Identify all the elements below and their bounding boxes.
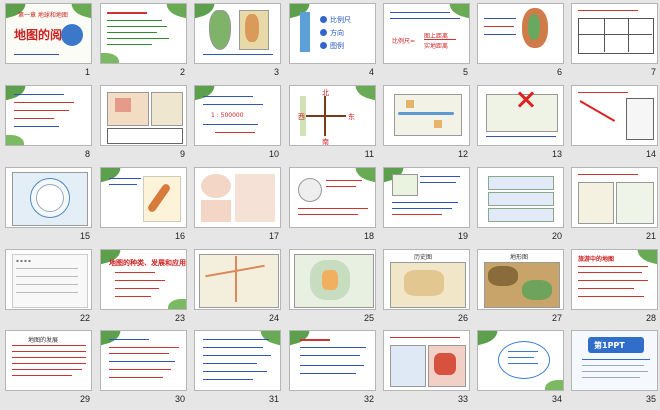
slide-23-title: 地图的种类、发展和应用 [109, 259, 186, 267]
slide-number: 35 [645, 394, 656, 404]
slide-27-title: 地形图 [510, 254, 529, 261]
slide-number: 29 [79, 394, 90, 404]
slide-thumbnail-32[interactable]: 32 [289, 330, 376, 409]
slide-number: 25 [363, 313, 374, 323]
slide-5-denominator: 实地距离 [424, 43, 449, 50]
slide-thumbnail-26[interactable]: 历史图 26 [383, 249, 470, 328]
slide-thumbnail-23[interactable]: 地图的种类、发展和应用 23 [100, 249, 187, 328]
slide-thumbnail-14[interactable]: 14 [571, 85, 658, 164]
slide-number: 16 [174, 231, 185, 241]
slide-4-item-3: 图例 [330, 42, 344, 50]
slide-thumbnail-20[interactable]: 20 [477, 167, 564, 246]
slide-number: 5 [462, 67, 468, 77]
slide-number: 10 [268, 149, 279, 159]
slide-thumbnail-7[interactable]: 7 [571, 3, 658, 82]
slide-number: 15 [79, 231, 90, 241]
slide-number: 22 [79, 313, 90, 323]
slide-thumbnail-25[interactable]: 25 [289, 249, 376, 328]
slide-thumbnail-27[interactable]: 地形图 27 [477, 249, 564, 328]
slide-thumbnail-22[interactable]: ▪ ▪ ▪ ▪ 22 [5, 249, 92, 328]
slide-number: 17 [268, 231, 279, 241]
slide-26-title: 历史图 [414, 254, 433, 261]
compass-south: 南 [322, 138, 329, 146]
slide-number: 14 [645, 149, 656, 159]
slide-number: 32 [363, 394, 374, 404]
slide-thumbnail-35[interactable]: 第1PPT 35 [571, 330, 658, 409]
slide-number: 30 [174, 394, 185, 404]
slide-number: 34 [551, 394, 562, 404]
compass-east: 东 [348, 113, 355, 121]
slide-thumbnail-34[interactable]: 34 [477, 330, 564, 409]
slide-28-title: 旅游中的地图 [578, 257, 615, 263]
slide-thumbnail-21[interactable]: 21 [571, 167, 658, 246]
slide-number: 26 [457, 313, 468, 323]
slide-number: 28 [645, 313, 656, 323]
slide-thumbnail-8[interactable]: 8 [5, 85, 92, 164]
slide-number: 7 [650, 67, 656, 77]
slide-4-item-2: 方向 [330, 29, 344, 37]
slide-number: 33 [457, 394, 468, 404]
slide-number: 2 [179, 67, 185, 77]
slide-number: 20 [551, 231, 562, 241]
slide-number: 3 [273, 67, 279, 77]
compass-west: 西 [298, 113, 305, 121]
slide-thumbnail-24[interactable]: 24 [194, 249, 281, 328]
slide-thumbnail-28[interactable]: 旅游中的地图 28 [571, 249, 658, 328]
slide-thumbnail-19[interactable]: 19 [383, 167, 470, 246]
slide-thumbnail-12[interactable]: 12 [383, 85, 470, 164]
slide-thumbnail-30[interactable]: 30 [100, 330, 187, 409]
globe-icon [61, 24, 83, 46]
slide-number: 1 [84, 67, 90, 77]
slide-number: 21 [645, 231, 656, 241]
slide-number: 9 [179, 149, 185, 159]
ppt-logo: 第1PPT [594, 341, 625, 350]
slide-thumbnail-4[interactable]: 比例尺 方向 图例 4 [289, 3, 376, 82]
slide-number: 12 [457, 149, 468, 159]
slide-number: 11 [364, 149, 374, 159]
slide-1-subtitle: 第一章 地球和地图 [18, 12, 68, 19]
slide-thumbnail-11[interactable]: 北 南 西 东 11 [289, 85, 376, 164]
slide-thumbnail-9[interactable]: 9 [100, 85, 187, 164]
slide-number: 27 [551, 313, 562, 323]
slide-thumbnail-2[interactable]: 2 [100, 3, 187, 82]
slide-number: 13 [551, 149, 562, 159]
slide-thumbnail-6[interactable]: 6 [477, 3, 564, 82]
slide-10-ratio: 1 : 500000 [211, 112, 244, 119]
slide-thumbnail-33[interactable]: 33 [383, 330, 470, 409]
slide-thumbnail-29[interactable]: 地图的发展 29 [5, 330, 92, 409]
slide-number: 31 [268, 394, 279, 404]
slide-thumbnail-10[interactable]: 1 : 500000 10 [194, 85, 281, 164]
slide-thumbnail-3[interactable]: 3 [194, 3, 281, 82]
slide-thumbnail-17[interactable]: 17 [194, 167, 281, 246]
slide-thumbnail-15[interactable]: 15 [5, 167, 92, 246]
slide-number: 19 [457, 231, 468, 241]
slide-number: 18 [363, 231, 374, 241]
slide-thumbnail-1[interactable]: 第一章 地球和地图 地图的阅读 1 [5, 3, 92, 82]
slide-number: 8 [84, 149, 90, 159]
slide-thumbnail-13[interactable]: 13 [477, 85, 564, 164]
slide-number: 23 [174, 313, 185, 323]
slide-sorter-view: 第一章 地球和地图 地图的阅读 1 2 3 比例尺 方向 图例 4 比例尺= 图… [0, 0, 660, 410]
compass-north: 北 [322, 89, 329, 97]
slide-29-title: 地图的发展 [28, 337, 59, 344]
slide-number: 6 [556, 67, 562, 77]
slide-thumbnail-5[interactable]: 比例尺= 图上距离 实地距离 5 [383, 3, 470, 82]
slide-number: 4 [368, 67, 374, 77]
slide-thumbnail-16[interactable]: 16 [100, 167, 187, 246]
slide-4-item-1: 比例尺 [330, 16, 351, 24]
slide-number: 24 [268, 313, 279, 323]
slide-thumbnail-31[interactable]: 31 [194, 330, 281, 409]
slide-thumbnail-18[interactable]: 18 [289, 167, 376, 246]
